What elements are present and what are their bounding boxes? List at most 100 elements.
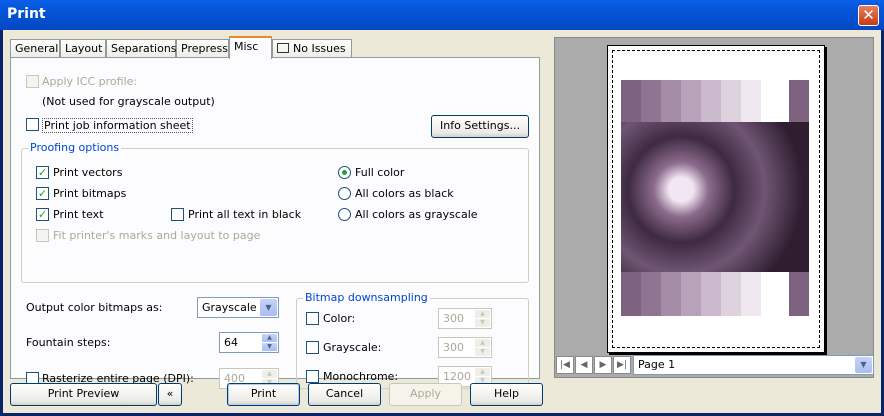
collapse-preview-button[interactable]: « bbox=[158, 383, 182, 406]
calibration-swatch bbox=[661, 80, 681, 102]
print-bitmaps-label: Print bitmaps bbox=[53, 187, 127, 200]
fountain-steps-label: Fountain steps: bbox=[26, 336, 111, 349]
print-vectors-checkbox[interactable]: ✓ bbox=[36, 166, 49, 179]
calibration-swatch bbox=[621, 102, 641, 124]
calibration-swatch bbox=[641, 80, 661, 102]
tab-label: Prepress bbox=[181, 42, 228, 55]
fit-printers-marks-checkbox[interactable] bbox=[36, 229, 49, 242]
print-text-checkbox[interactable]: ✓ bbox=[36, 208, 49, 221]
calibration-swatch bbox=[661, 272, 681, 294]
print-job-info-label: Print job information sheet bbox=[42, 118, 193, 133]
fountain-steps-stepper[interactable]: 64 ▲ ▼ bbox=[219, 332, 279, 353]
output-color-value: Grayscale bbox=[202, 301, 257, 314]
calibration-swatch bbox=[721, 272, 741, 294]
spin-down-icon[interactable]: ▼ bbox=[475, 348, 490, 356]
cancel-button[interactable]: Cancel bbox=[308, 383, 381, 406]
tab-label: Misc bbox=[234, 40, 259, 53]
calibration-swatch bbox=[681, 102, 701, 124]
print-text-label: Print text bbox=[53, 208, 104, 221]
all-grayscale-radio[interactable] bbox=[338, 208, 351, 221]
calibration-swatch bbox=[761, 272, 781, 294]
print-preview-button[interactable]: Print Preview bbox=[10, 383, 157, 406]
tab-layout[interactable]: Layout bbox=[60, 39, 106, 58]
spin-up-icon[interactable]: ▲ bbox=[475, 310, 490, 318]
calibration-swatch bbox=[721, 80, 741, 102]
cancel-label: Cancel bbox=[325, 387, 364, 400]
output-color-select[interactable]: Grayscale ▼ bbox=[197, 297, 279, 318]
downsample-color-stepper[interactable]: 300 ▲ ▼ bbox=[438, 308, 492, 329]
tab-label: Separations bbox=[111, 42, 177, 55]
print-all-text-black-checkbox[interactable] bbox=[171, 208, 184, 221]
all-black-radio[interactable] bbox=[338, 187, 351, 200]
proofing-title: Proofing options bbox=[28, 141, 122, 154]
print-vectors-label: Print vectors bbox=[53, 166, 123, 179]
tab-general[interactable]: General bbox=[10, 39, 60, 58]
calibration-swatch bbox=[741, 272, 761, 294]
page-select-value: Page 1 bbox=[638, 358, 676, 371]
downsample-grayscale-label: Grayscale: bbox=[323, 341, 382, 354]
tab-separations[interactable]: Separations bbox=[106, 39, 177, 58]
tab-misc[interactable]: Misc bbox=[229, 36, 272, 59]
print-bitmaps-checkbox[interactable]: ✓ bbox=[36, 187, 49, 200]
last-page-icon: ▶| bbox=[617, 360, 627, 370]
close-icon: ✕ bbox=[862, 6, 875, 24]
next-page-button[interactable]: ▶ bbox=[594, 356, 612, 374]
close-button[interactable]: ✕ bbox=[858, 5, 879, 26]
print-preview-pane[interactable] bbox=[554, 37, 874, 378]
calibration-swatch bbox=[721, 294, 741, 316]
print-button[interactable]: Print bbox=[227, 383, 300, 406]
first-page-button[interactable]: |◀ bbox=[556, 356, 574, 374]
calibration-swatch bbox=[621, 294, 641, 316]
print-preview-label: Print Preview bbox=[47, 387, 120, 400]
apply-button[interactable]: Apply bbox=[389, 383, 462, 406]
prev-page-icon: ◀ bbox=[580, 360, 588, 370]
chevron-down-icon[interactable]: ▼ bbox=[260, 299, 277, 316]
spin-up-icon[interactable]: ▲ bbox=[262, 370, 277, 378]
calibration-swatch bbox=[701, 272, 721, 294]
downsample-grayscale-checkbox[interactable] bbox=[306, 341, 319, 354]
spin-up-icon[interactable]: ▲ bbox=[475, 368, 490, 376]
downsample-mono-label: Monochrome: bbox=[323, 370, 399, 383]
spin-up-icon[interactable]: ▲ bbox=[262, 334, 277, 342]
spin-down-icon[interactable]: ▼ bbox=[262, 343, 277, 351]
apply-icc-label: Apply ICC profile: bbox=[42, 75, 138, 88]
downsample-color-checkbox[interactable] bbox=[306, 312, 319, 325]
next-page-icon: ▶ bbox=[599, 360, 607, 370]
tab-label: Layout bbox=[65, 42, 103, 55]
calibration-swatch bbox=[641, 272, 661, 294]
last-page-button[interactable]: ▶| bbox=[613, 356, 631, 374]
print-job-info-checkbox[interactable] bbox=[26, 118, 39, 131]
downsample-grayscale-stepper[interactable]: 300 ▲ ▼ bbox=[438, 337, 492, 358]
downsample-color-value: 300 bbox=[443, 312, 464, 325]
tab-label: No Issues bbox=[293, 42, 346, 55]
all-grayscale-label: All colors as grayscale bbox=[355, 208, 478, 221]
collapse-icon: « bbox=[166, 387, 174, 400]
tab-label: General bbox=[15, 42, 59, 55]
tab-no-issues[interactable]: No Issues bbox=[272, 39, 352, 58]
calibration-swatch bbox=[701, 102, 721, 124]
calibration-swatch bbox=[761, 294, 781, 316]
calibration-swatch bbox=[681, 294, 701, 316]
window-title: Print bbox=[7, 6, 46, 22]
downsample-mono-checkbox[interactable] bbox=[306, 370, 319, 383]
full-color-label: Full color bbox=[355, 166, 405, 179]
apply-icc-checkbox[interactable] bbox=[26, 75, 39, 88]
downsampling-title: Bitmap downsampling bbox=[303, 291, 430, 304]
downsample-color-label: Color: bbox=[323, 312, 356, 325]
tab-prepress[interactable]: Prepress bbox=[176, 39, 229, 58]
all-black-label: All colors as black bbox=[355, 187, 454, 200]
print-label: Print bbox=[250, 387, 277, 400]
first-page-icon: |◀ bbox=[560, 360, 570, 370]
calibration-swatch bbox=[741, 80, 761, 102]
page-select[interactable]: Page 1 ▼ bbox=[633, 355, 874, 375]
prev-page-button[interactable]: ◀ bbox=[575, 356, 593, 374]
spin-up-icon[interactable]: ▲ bbox=[475, 339, 490, 347]
calibration-swatch bbox=[789, 294, 809, 316]
fountain-steps-value: 64 bbox=[224, 336, 238, 349]
chevron-down-icon[interactable]: ▼ bbox=[855, 357, 872, 373]
full-color-radio[interactable] bbox=[338, 166, 351, 179]
info-settings-button[interactable]: Info Settings... bbox=[431, 115, 529, 138]
spin-down-icon[interactable]: ▼ bbox=[475, 319, 490, 327]
bitmap-downsampling-group: Bitmap downsampling Color: 300 ▲ ▼ Graysc… bbox=[296, 291, 529, 389]
help-button[interactable]: Help bbox=[470, 383, 543, 406]
